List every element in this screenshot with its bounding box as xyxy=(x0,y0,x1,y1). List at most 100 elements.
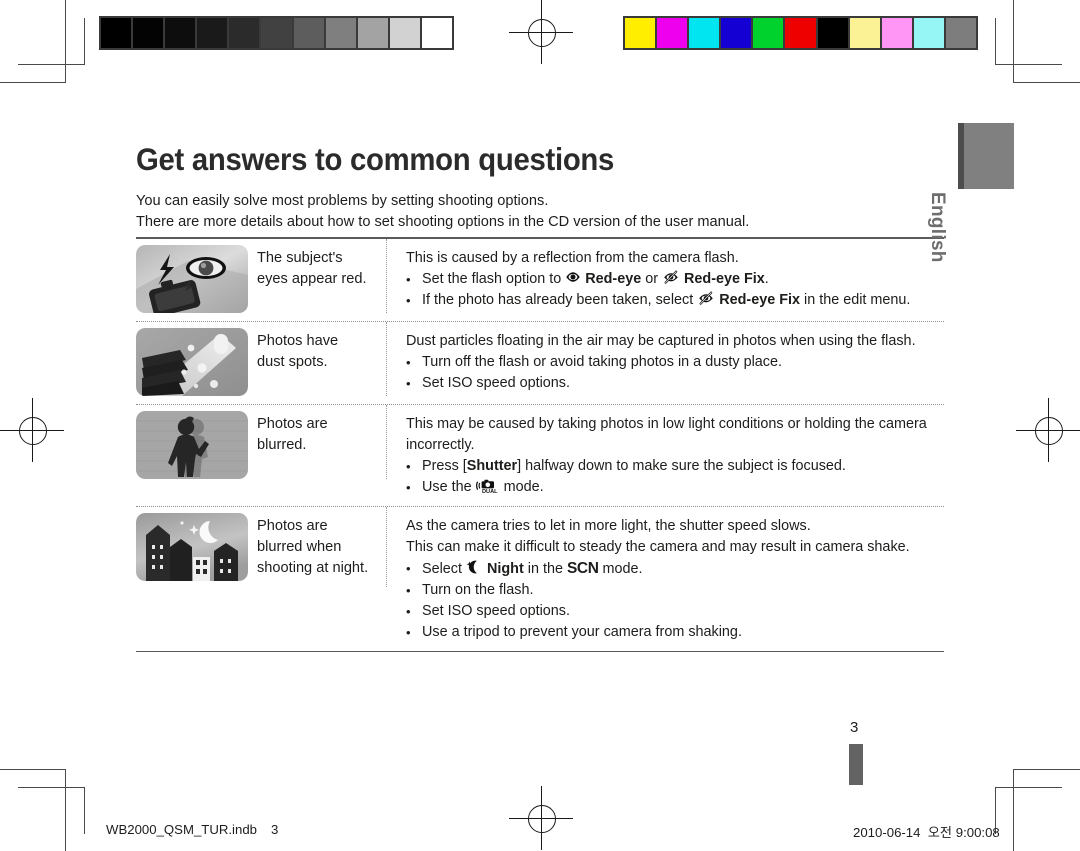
body-text: in the xyxy=(523,560,567,577)
bullet-text: Set the flash option to Red-eye or Red-e… xyxy=(422,269,944,290)
language-tab-spine xyxy=(958,123,964,189)
color-patch-3 xyxy=(721,18,752,48)
registration-mark-left-center xyxy=(0,398,64,462)
body-text: mode. xyxy=(503,478,544,495)
color-patch-10 xyxy=(945,18,977,48)
table-cell-icon xyxy=(136,507,257,589)
problem-line: blurred. xyxy=(257,436,307,453)
language-tab-label: English xyxy=(927,192,948,263)
footer-meridiem: 오전 xyxy=(927,825,953,840)
color-patch-4 xyxy=(753,18,784,48)
bullet-dot-icon: • xyxy=(406,271,411,287)
table-cell-solution: This may be caused by taking photos in l… xyxy=(387,405,944,506)
grayscale-patch-5 xyxy=(261,18,292,48)
table-row: Photos are blurred. This may be caused by … xyxy=(136,404,944,506)
problem-line: Photos are xyxy=(257,517,328,534)
page-number-bar xyxy=(849,744,863,785)
registration-mark-right-center xyxy=(1016,398,1080,462)
red-eye-fix-icon xyxy=(697,290,715,306)
table-cell-icon xyxy=(136,322,257,404)
color-patch-9 xyxy=(913,18,944,48)
grayscale-patch-4 xyxy=(229,18,260,48)
table-cell-problem: The subject's eyes appear red. xyxy=(257,238,387,313)
solution-lead-2: This can make it difficult to steady the… xyxy=(406,538,910,555)
intro-line-1: You can easily solve most problems by se… xyxy=(136,193,549,209)
red-eye-icon xyxy=(565,269,581,285)
bullet-text: Set ISO speed options. xyxy=(422,601,944,622)
emphasis-text: Red-eye xyxy=(585,270,642,287)
problem-line: Photos have xyxy=(257,332,339,349)
print-page: Get answers to common questions You can … xyxy=(0,0,1080,851)
body-text: If the photo has already been taken, sel… xyxy=(422,291,698,308)
color-patch-1 xyxy=(657,18,688,48)
solution-bullet: • Set ISO speed options. xyxy=(406,373,944,394)
language-tab-block xyxy=(958,123,1014,189)
bullet-text: If the photo has already been taken, sel… xyxy=(422,290,944,311)
night-mode-icon xyxy=(466,560,483,574)
bullet-text: Select Night in the SCN mode. xyxy=(422,558,944,580)
body-text: Use the xyxy=(422,478,476,495)
troubleshooting-table: The subject's eyes appear red. This is cau… xyxy=(136,237,944,653)
solution-bullet: • If the photo has already been taken, se… xyxy=(406,290,944,311)
body-text: . xyxy=(764,270,769,287)
grayscale-patch-10 xyxy=(421,18,453,48)
grayscale-patch-1 xyxy=(133,18,164,48)
solution-bullet: • Turn on the flash. xyxy=(406,580,944,601)
body-text: Set ISO speed options. xyxy=(422,602,570,619)
bullet-dot-icon: • xyxy=(406,292,411,308)
red-eye-photo-thumbnail xyxy=(136,244,248,313)
problem-line: blurred when xyxy=(257,538,342,555)
body-text: in the edit menu. xyxy=(800,291,911,308)
bullet-dot-icon: • xyxy=(406,624,411,640)
bullet-text: Turn off the flash or avoid taking photo… xyxy=(422,352,944,373)
table-cell-solution: This is caused by a reflection from the … xyxy=(387,239,944,319)
body-text: or xyxy=(641,270,663,287)
grayscale-patch-2 xyxy=(165,18,196,48)
footer-date: 2010-06-14 xyxy=(853,825,921,840)
intro-line-2: There are more details about how to set … xyxy=(136,214,750,230)
grayscale-patch-8 xyxy=(357,18,388,48)
grayscale-patch-9 xyxy=(389,18,420,48)
footer-time: 9:00:08 xyxy=(955,825,1000,840)
color-patch-0 xyxy=(625,18,656,48)
dual-is-icon: DUAL xyxy=(475,479,500,494)
bullet-dot-icon: • xyxy=(406,458,411,474)
body-text: Set ISO speed options. xyxy=(422,374,570,391)
body-text: Press [ xyxy=(422,457,467,474)
solution-bullet: • Set the flash option to Red-eye or Red-… xyxy=(406,269,944,290)
footer-filename: WB2000_QSM_TUR.indb 3 xyxy=(106,822,278,837)
color-patch-6 xyxy=(817,18,848,48)
solution-lead: This may be caused by taking photos in l… xyxy=(406,415,927,432)
body-text: Turn on the flash. xyxy=(422,581,534,598)
color-patch-5 xyxy=(785,18,816,48)
svg-text:DUAL: DUAL xyxy=(482,489,498,494)
problem-line: shooting at night. xyxy=(257,559,369,576)
table-bottom-rule xyxy=(136,650,944,653)
footer-filename-text: WB2000_QSM_TUR.indb xyxy=(106,822,257,837)
bullet-dot-icon: • xyxy=(406,582,411,598)
blurred-photo-thumbnail xyxy=(136,410,248,479)
body-text: Set the flash option to xyxy=(422,270,566,287)
body-text: Use a tripod to prevent your camera from… xyxy=(422,623,742,640)
table-row: Photos have dust spots. Dust particles flo… xyxy=(136,321,944,404)
scn-mode-label: SCN xyxy=(566,559,599,577)
body-text: Select xyxy=(422,560,466,577)
bullet-text: Turn on the flash. xyxy=(422,580,944,601)
problem-line: The subject's xyxy=(257,249,343,266)
color-calibration-strip xyxy=(623,16,978,50)
table-cell-icon xyxy=(136,239,257,321)
color-patch-8 xyxy=(881,18,912,48)
table-cell-problem: Photos are blurred when shooting at night. xyxy=(257,506,387,587)
solution-bullet: • Set ISO speed options. xyxy=(406,601,944,622)
red-eye-fix-icon xyxy=(662,269,680,285)
emphasis-text: Red-eye Fix xyxy=(684,270,765,287)
grayscale-patch-6 xyxy=(293,18,324,48)
page-number: 3 xyxy=(850,719,859,736)
emphasis-text: Red-eye Fix xyxy=(719,291,800,308)
problem-line: dust spots. xyxy=(257,353,328,370)
registration-mark-top-center xyxy=(509,0,573,64)
bullet-text: Set ISO speed options. xyxy=(422,373,944,394)
table-cell-solution: Dust particles floating in the air may b… xyxy=(387,322,944,402)
body-text: ] halfway down to make sure the subject … xyxy=(517,457,846,474)
grayscale-patch-7 xyxy=(325,18,356,48)
